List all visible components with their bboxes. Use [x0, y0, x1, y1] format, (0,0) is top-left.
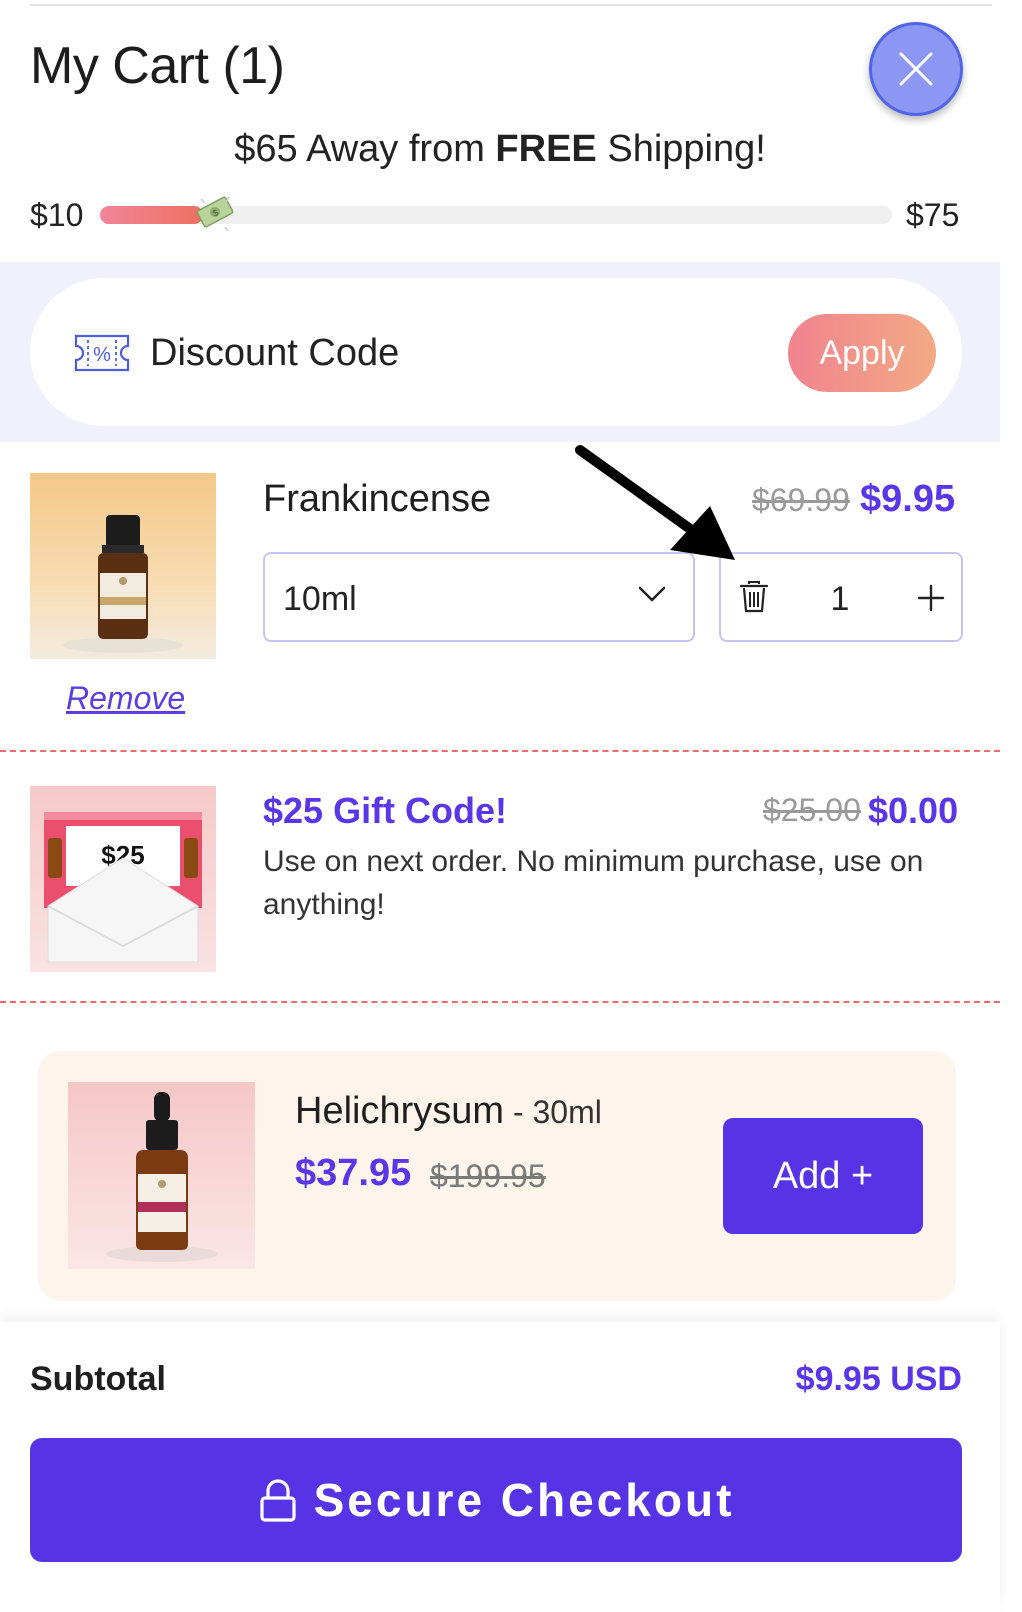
upsell-separator: -: [504, 1094, 533, 1130]
chevron-down-icon: [638, 586, 666, 602]
subtotal-value: $9.95 USD: [795, 1360, 962, 1398]
coupon-icon: %: [74, 334, 130, 372]
upsell-product-name: Helichrysum - 30ml: [295, 1090, 602, 1133]
gift-code-title: $25 Gift Code!: [263, 790, 508, 831]
secure-checkout-button[interactable]: Secure Checkout: [30, 1438, 962, 1562]
checkout-label: Secure Checkout: [313, 1474, 735, 1526]
free-shipping-message: $65 Away from FREE Shipping!: [0, 128, 1000, 171]
subtotal-label: Subtotal: [30, 1360, 166, 1398]
close-icon: [899, 52, 933, 86]
quantity-stepper: 1: [719, 552, 963, 642]
trash-icon[interactable]: [739, 580, 769, 614]
upsell-old-price: $199.95: [430, 1158, 546, 1194]
discount-code-label: Discount Code: [150, 332, 400, 374]
gift-old-price: $25.00: [763, 792, 861, 828]
progress-max-label: $75: [906, 197, 960, 233]
plus-icon[interactable]: [917, 584, 945, 612]
shipping-free-label: FREE: [495, 128, 597, 170]
progress-min-label: $10: [30, 197, 84, 233]
helichrysum-product-image: [68, 1082, 255, 1269]
gift-description: Use on next order. No minimum purchase, …: [263, 845, 924, 921]
quantity-value[interactable]: 1: [825, 580, 855, 619]
add-upsell-button[interactable]: Add +: [723, 1118, 923, 1234]
annotation-arrow-icon: [575, 445, 735, 560]
cart-item-name[interactable]: Frankincense: [263, 478, 491, 521]
cart-item-old-price: $69.99: [752, 482, 850, 518]
upsell-name-text: Helichrysum: [295, 1090, 505, 1132]
shipping-progress-bar: $: [100, 196, 892, 232]
upsell-price: $37.95: [295, 1152, 412, 1194]
dashed-divider: [0, 1001, 1000, 1003]
dashed-divider: [0, 750, 1000, 752]
money-icon: $: [196, 196, 234, 232]
frankincense-product-image: [30, 473, 216, 659]
apply-discount-button[interactable]: Apply: [788, 314, 936, 392]
variant-selected-value: 10ml: [283, 580, 357, 618]
lock-icon: [259, 1479, 296, 1522]
gift-price: $0.00: [868, 790, 959, 831]
close-button[interactable]: [869, 22, 963, 116]
shipping-progress-fill: [100, 206, 203, 224]
shipping-text-suffix: Shipping!: [607, 128, 766, 170]
svg-text:%: %: [93, 344, 111, 366]
top-divider: [30, 4, 992, 6]
shipping-remaining-amount: $65: [234, 128, 298, 170]
cart-item-price: $9.95: [860, 478, 956, 520]
gift-code-image: $25: [30, 786, 216, 972]
upsell-variant: 30ml: [532, 1094, 602, 1130]
remove-item-link[interactable]: Remove: [66, 680, 185, 717]
shipping-text-middle: Away from: [306, 128, 485, 170]
cart-title: My Cart (1): [30, 37, 285, 95]
